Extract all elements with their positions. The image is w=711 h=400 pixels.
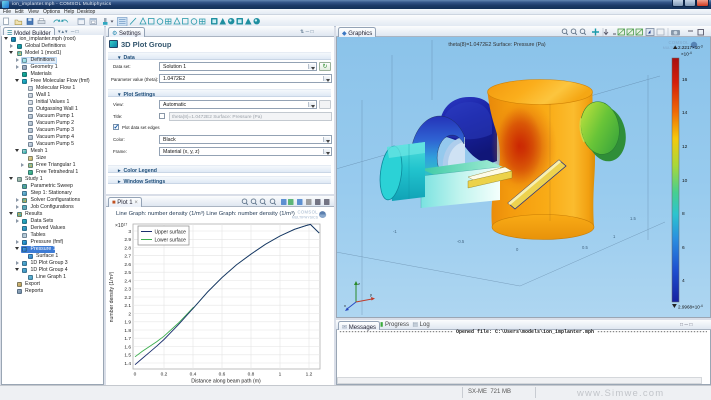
svg-text:0.2: 0.2 (161, 372, 168, 378)
svg-text:-0.5: -0.5 (457, 239, 465, 244)
svg-text:2.7: 2.7 (124, 254, 131, 260)
svg-text:2.2217×10-3: 2.2217×10-3 (678, 45, 703, 50)
svg-text:16: 16 (682, 77, 688, 83)
svg-text:Upper surface: Upper surface (155, 230, 187, 236)
svg-text:x: x (344, 303, 346, 308)
svg-text:2.6: 2.6 (124, 262, 131, 268)
svg-text:1.4: 1.4 (124, 361, 131, 367)
svg-text:1.8: 1.8 (124, 328, 131, 334)
svg-text:0.8: 0.8 (248, 372, 255, 378)
svg-text:1.9: 1.9 (124, 320, 131, 326)
svg-text:2.5: 2.5 (124, 270, 131, 276)
svg-text:1.5: 1.5 (630, 216, 636, 221)
svg-text:10: 10 (682, 178, 688, 184)
svg-text:2: 2 (128, 311, 131, 317)
svg-text:y: y (370, 292, 372, 297)
svg-text:Distance along beam path (m): Distance along beam path (m) (191, 379, 261, 385)
svg-text:2.1: 2.1 (124, 303, 131, 309)
svg-text:Lower surface: Lower surface (155, 238, 187, 244)
svg-text:0.4: 0.4 (190, 372, 197, 378)
svg-text:z: z (358, 281, 360, 286)
svg-text:2.8: 2.8 (124, 245, 131, 251)
svg-text:14: 14 (682, 110, 688, 116)
svg-text:1.6: 1.6 (124, 344, 131, 350)
svg-text:1.7: 1.7 (124, 336, 131, 342)
svg-text:number density (1/m³): number density (1/m³) (109, 271, 115, 322)
svg-text:MULTIPHYSICS: MULTIPHYSICS (292, 216, 319, 220)
svg-text:COMSOL: COMSOL (297, 210, 318, 215)
svg-text:6: 6 (682, 245, 685, 251)
svg-text:0.5: 0.5 (582, 245, 588, 250)
svg-text:12: 12 (682, 144, 688, 150)
svg-text:theta(8)=1.0472E2 Surface: Pr: theta(8)=1.0472E2 Surface: Pressure (Pa) (448, 42, 546, 48)
svg-text:2.3: 2.3 (124, 287, 131, 293)
svg-text:Line Graph: number density (1/: Line Graph: number density (1/m³) Line G… (116, 211, 295, 217)
svg-text:2.2: 2.2 (124, 295, 131, 301)
svg-text:3: 3 (128, 229, 131, 235)
svg-text:2.4: 2.4 (124, 278, 131, 284)
svg-text:0: 0 (134, 372, 137, 378)
svg-text:1.2: 1.2 (306, 372, 313, 378)
svg-text:0.6: 0.6 (219, 372, 226, 378)
svg-text:2.9: 2.9 (124, 237, 131, 243)
svg-text:1: 1 (279, 372, 282, 378)
svg-text:8: 8 (682, 211, 685, 217)
svg-text:1.5: 1.5 (124, 353, 131, 359)
svg-text:4: 4 (682, 278, 685, 284)
svg-text:2.9968×10-4: 2.9968×10-4 (678, 304, 703, 309)
